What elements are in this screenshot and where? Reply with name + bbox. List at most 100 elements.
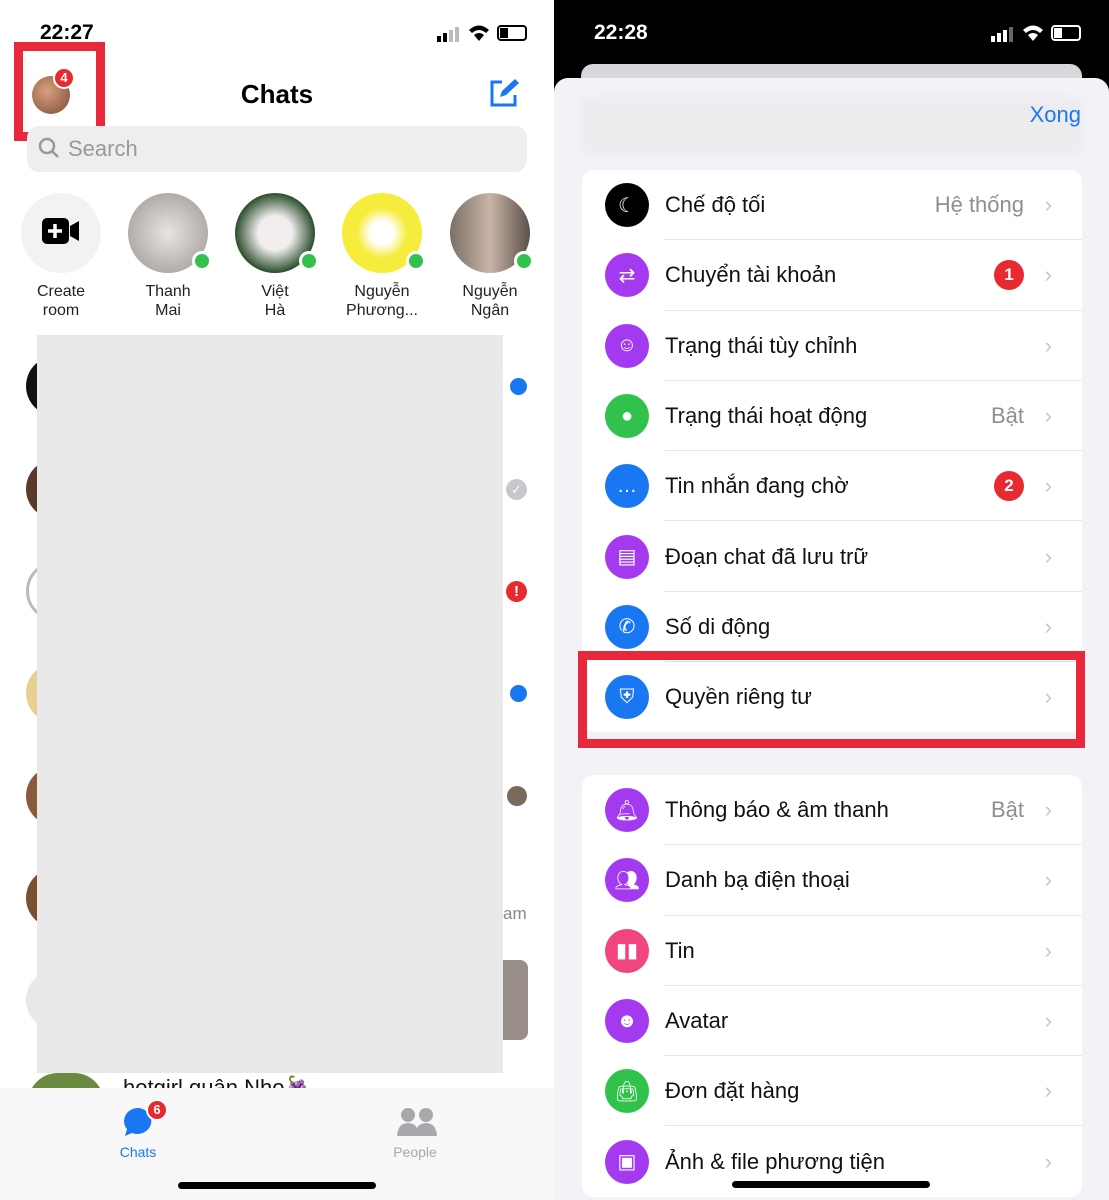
story-name: Nguyễn Ngân xyxy=(462,283,518,319)
people-icon xyxy=(397,1106,437,1143)
row-value: Bật xyxy=(990,403,1024,429)
row-label: Thông báo & âm thanh xyxy=(665,797,889,823)
error-icon: ! xyxy=(506,581,527,602)
chats-badge: 6 xyxy=(146,1099,168,1121)
story-name: Thanh Mai xyxy=(145,283,191,319)
story-name: Nguyễn Phương... xyxy=(346,283,418,319)
settings-row-avatar[interactable]: ☻ Avatar › xyxy=(582,986,1082,1057)
chevron-right-icon: › xyxy=(1044,332,1052,358)
chat-thumbnail xyxy=(503,960,528,1040)
message-pending-icon: … xyxy=(605,464,649,509)
search-placeholder: Search xyxy=(68,136,138,161)
settings-row-active-status[interactable]: ● Trạng thái hoạt động Bật › xyxy=(582,381,1082,452)
settings-group: 🔔︎ Thông báo & âm thanh Bật › 👥︎ Danh bạ điện… xyxy=(582,775,1082,1197)
done-button[interactable]: Xong xyxy=(1030,102,1081,128)
chevron-right-icon: › xyxy=(1044,613,1052,639)
chat-time: am xyxy=(503,904,527,923)
count-badge: 1 xyxy=(994,260,1024,291)
row-label: Tin nhắn đang chờ xyxy=(665,473,849,499)
redacted-chat-list xyxy=(37,335,503,1073)
unread-dot xyxy=(510,685,527,702)
search-icon xyxy=(37,136,61,165)
sent-check-icon: ✓ xyxy=(506,479,527,500)
moon-icon: ☾ xyxy=(605,183,649,228)
settings-screen: 22:28 Xong ☾ Chế độ tối Hệ thống › ⇄ Chuyển t… xyxy=(554,0,1109,1200)
status-time: 22:28 xyxy=(594,21,648,44)
count-badge: 2 xyxy=(994,471,1024,502)
row-label: Số di động xyxy=(665,613,771,639)
settings-sheet: Xong ☾ Chế độ tối Hệ thống › ⇄ Chuyển tài kho… xyxy=(554,78,1109,1200)
tab-bar: 6 Chats People xyxy=(0,1088,554,1200)
tab-people[interactable]: People xyxy=(375,1096,455,1160)
battery-icon xyxy=(1051,25,1081,41)
settings-row-smiley[interactable]: ☺ Trạng thái tùy chỉnh › xyxy=(582,311,1082,381)
tab-label: People xyxy=(393,1144,437,1160)
archive-icon: ▤ xyxy=(605,534,649,579)
signal-icon xyxy=(991,26,1017,47)
tab-label: Chats xyxy=(119,1144,157,1160)
chevron-right-icon: › xyxy=(1044,403,1052,429)
bell-icon: 🔔︎ xyxy=(605,788,649,833)
story-avatar[interactable] xyxy=(450,193,534,273)
chevron-right-icon: › xyxy=(1044,867,1052,893)
story-avatar[interactable] xyxy=(342,193,426,273)
settings-row-bell[interactable]: 🔔︎ Thông báo & âm thanh Bật › xyxy=(582,775,1082,846)
smiley-icon: ☺ xyxy=(605,323,649,368)
home-indicator xyxy=(178,1182,376,1189)
blurred-header xyxy=(582,98,1082,153)
page-title: Chats xyxy=(240,79,314,109)
story-avatar[interactable] xyxy=(235,193,319,273)
row-label: Danh bạ điện thoại xyxy=(665,867,850,893)
settings-row-stories[interactable]: ▮▮ Tin › xyxy=(582,916,1082,986)
phone-icon: ✆ xyxy=(605,604,649,649)
home-indicator xyxy=(732,1181,930,1188)
avatar-icon: ☻ xyxy=(605,999,649,1044)
chevron-right-icon: › xyxy=(1044,937,1052,963)
chevron-right-icon: › xyxy=(1044,262,1052,288)
battery-icon xyxy=(497,25,527,41)
wifi-icon xyxy=(1022,24,1044,47)
settings-row-moon[interactable]: ☾ Chế độ tối Hệ thống › xyxy=(582,170,1082,241)
chats-screen: 22:27 4 Chats Search Create room Thanh Mai… xyxy=(0,0,554,1200)
row-label: Trạng thái tùy chỉnh xyxy=(665,332,858,358)
chevron-right-icon: › xyxy=(1044,1008,1052,1034)
chevron-right-icon: › xyxy=(1044,1148,1052,1174)
row-label: Đoạn chat đã lưu trữ xyxy=(665,543,869,569)
row-label: Chế độ tối xyxy=(665,192,766,218)
row-label: Đơn đặt hàng xyxy=(665,1078,800,1104)
chevron-right-icon: › xyxy=(1044,192,1052,218)
settings-row-message-pending[interactable]: … Tin nhắn đang chờ 2 › xyxy=(582,451,1082,522)
row-label: Ảnh & file phương tiện xyxy=(665,1148,885,1174)
row-label: Chuyển tài khoản xyxy=(665,262,837,288)
chevron-right-icon: › xyxy=(1044,1078,1052,1104)
settings-row-contacts[interactable]: 👥︎ Danh bạ điện thoại › xyxy=(582,845,1082,916)
signal-icon xyxy=(437,26,463,42)
unread-dot xyxy=(510,378,527,395)
privacy-highlight-box xyxy=(578,651,1085,748)
switch-account-icon: ⇄ xyxy=(605,253,649,298)
photo-icon: ▣ xyxy=(605,1139,649,1184)
stories-icon: ▮▮ xyxy=(605,928,649,973)
story-avatar[interactable] xyxy=(128,193,212,273)
story-name: Create room xyxy=(36,283,86,319)
settings-group: ☾ Chế độ tối Hệ thống › ⇄ Chuyển tài khoản 1 › ☺… xyxy=(582,170,1082,733)
row-label: Tin xyxy=(665,937,695,963)
chevron-right-icon: › xyxy=(1044,473,1052,499)
search-input[interactable]: Search xyxy=(27,126,527,172)
story-name: Việt Hà xyxy=(261,283,289,319)
shopping-bag-icon: 👜︎ xyxy=(605,1069,649,1114)
compose-icon[interactable] xyxy=(488,78,520,113)
chevron-right-icon: › xyxy=(1044,543,1052,569)
chevron-right-icon: › xyxy=(1044,797,1052,823)
row-label: Trạng thái hoạt động xyxy=(665,403,868,429)
create-room-button[interactable] xyxy=(21,193,101,273)
tab-chats[interactable]: 6 Chats xyxy=(98,1096,178,1160)
video-plus-icon xyxy=(42,217,80,249)
row-label: Avatar xyxy=(665,1008,729,1034)
settings-row-switch-account[interactable]: ⇄ Chuyển tài khoản 1 › xyxy=(582,240,1082,311)
active-status-icon: ● xyxy=(605,394,649,439)
settings-row-shopping-bag[interactable]: 👜︎ Đơn đặt hàng › xyxy=(582,1056,1082,1127)
settings-row-archive[interactable]: ▤ Đoạn chat đã lưu trữ › xyxy=(582,521,1082,592)
row-value: Hệ thống xyxy=(934,192,1024,218)
wifi-icon xyxy=(468,24,490,47)
